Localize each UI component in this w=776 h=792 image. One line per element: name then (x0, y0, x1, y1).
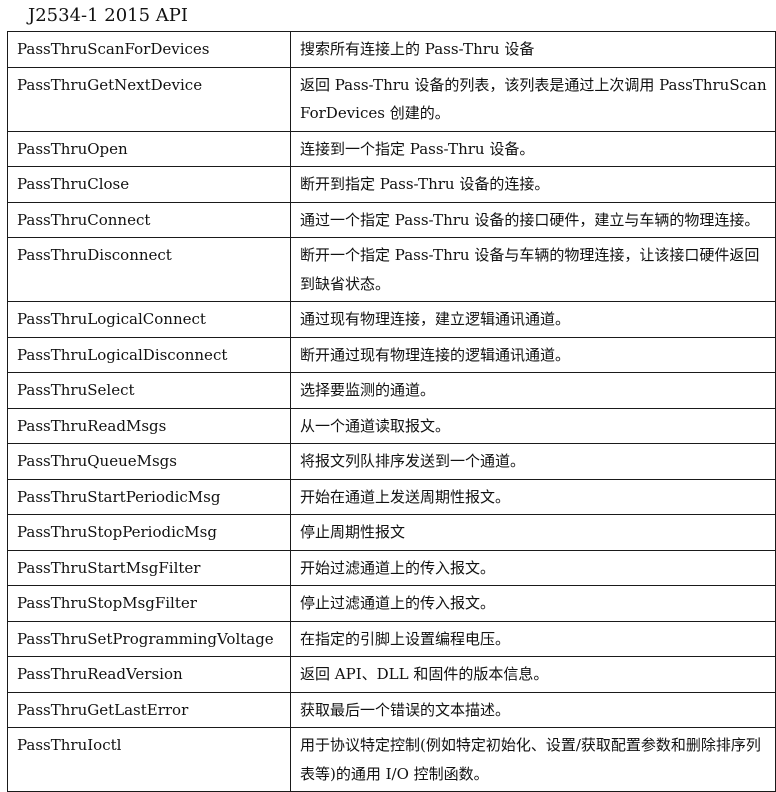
function-description-cell: 用于协议特定控制(例如特定初始化、设置/获取配置参数和删除排序列表等)的通用 I… (290, 727, 776, 792)
table-row: PassThruReadVersion 返回 API、DLL 和固件的版本信息。 (7, 656, 776, 693)
document-page: J2534-1 2015 API PassThruScanForDevices 搜… (0, 0, 776, 792)
table-row: PassThruScanForDevices 搜索所有连接上的 Pass-Thru… (7, 31, 776, 68)
function-name-cell: PassThruReadVersion (7, 656, 291, 693)
function-description-cell: 通过一个指定 Pass-Thru 设备的接口硬件，建立与车辆的物理连接。 (290, 201, 776, 238)
function-description-cell: 通过现有物理连接，建立逻辑通讯通道。 (290, 301, 776, 338)
function-name-cell: PassThruLogicalDisconnect (7, 336, 291, 373)
function-name-cell: PassThruGetNextDevice (7, 66, 291, 132)
function-description-cell: 返回 API、DLL 和固件的版本信息。 (290, 656, 776, 693)
function-description-cell: 在指定的引脚上设置编程电压。 (290, 620, 776, 657)
table-row: PassThruGetNextDevice 返回 Pass-Thru 设备的列表，… (7, 66, 776, 132)
document-title: J2534-1 2015 API (28, 5, 189, 26)
function-name-cell: PassThruStopPeriodicMsg (7, 514, 291, 551)
function-name-cell: PassThruSelect (7, 372, 291, 409)
function-description-cell: 停止周期性报文 (290, 514, 776, 551)
table-row: PassThruStopMsgFilter 停止过滤通道上的传入报文。 (7, 585, 776, 622)
api-table-body: PassThruScanForDevices 搜索所有连接上的 Pass-Thru… (7, 31, 776, 792)
function-description-cell: 开始在通道上发送周期性报文。 (290, 478, 776, 515)
table-row: PassThruLogicalConnect 通过现有物理连接，建立逻辑通讯通道。 (7, 301, 776, 338)
function-name-cell: PassThruStartMsgFilter (7, 549, 291, 586)
function-name-cell: PassThruConnect (7, 201, 291, 238)
function-description-cell: 停止过滤通道上的传入报文。 (290, 585, 776, 622)
function-name-cell: PassThruSetProgrammingVoltage (7, 620, 291, 657)
table-row: PassThruReadMsgs 从一个通道读取报文。 (7, 407, 776, 444)
function-name-cell: PassThruIoctl (7, 727, 291, 792)
table-row: PassThruSetProgrammingVoltage 在指定的引脚上设置编程… (7, 620, 776, 657)
function-description-cell: 获取最后一个错误的文本描述。 (290, 691, 776, 728)
function-description-cell: 搜索所有连接上的 Pass-Thru 设备 (290, 31, 776, 68)
function-name-cell: PassThruClose (7, 166, 291, 203)
function-name-cell: PassThruOpen (7, 130, 291, 167)
api-table: PassThruScanForDevices 搜索所有连接上的 Pass-Thru… (7, 31, 776, 792)
table-row: PassThruLogicalDisconnect 断开通过现有物理连接的逻辑通讯… (7, 336, 776, 373)
function-name-cell: PassThruStartPeriodicMsg (7, 478, 291, 515)
function-description-cell: 返回 Pass-Thru 设备的列表，该列表是通过上次调用 PassThruSc… (290, 66, 776, 132)
function-description-cell: 断开通过现有物理连接的逻辑通讯通道。 (290, 336, 776, 373)
table-row: PassThruStartMsgFilter 开始过滤通道上的传入报文。 (7, 549, 776, 586)
function-description-cell: 断开到指定 Pass-Thru 设备的连接。 (290, 166, 776, 203)
function-description-cell: 断开一个指定 Pass-Thru 设备与车辆的物理连接，让该接口硬件返回到缺省状… (290, 237, 776, 302)
table-row: PassThruConnect 通过一个指定 Pass-Thru 设备的接口硬件，… (7, 201, 776, 238)
function-description-cell: 从一个通道读取报文。 (290, 407, 776, 444)
table-row: PassThruClose 断开到指定 Pass-Thru 设备的连接。 (7, 166, 776, 203)
table-row: PassThruSelect 选择要监测的通道。 (7, 372, 776, 409)
table-row: PassThruStartPeriodicMsg 开始在通道上发送周期性报文。 (7, 478, 776, 515)
table-row: PassThruStopPeriodicMsg 停止周期性报文 (7, 514, 776, 551)
table-row: PassThruQueueMsgs 将报文列队排序发送到一个通道。 (7, 443, 776, 480)
function-name-cell: PassThruDisconnect (7, 237, 291, 302)
function-name-cell: PassThruLogicalConnect (7, 301, 291, 338)
function-name-cell: PassThruGetLastError (7, 691, 291, 728)
function-description-cell: 开始过滤通道上的传入报文。 (290, 549, 776, 586)
table-row: PassThruOpen 连接到一个指定 Pass-Thru 设备。 (7, 130, 776, 167)
function-name-cell: PassThruReadMsgs (7, 407, 291, 444)
function-name-cell: PassThruScanForDevices (7, 31, 291, 68)
function-name-cell: PassThruStopMsgFilter (7, 585, 291, 622)
table-row: PassThruIoctl 用于协议特定控制(例如特定初始化、设置/获取配置参数和… (7, 727, 776, 792)
function-description-cell: 将报文列队排序发送到一个通道。 (290, 443, 776, 480)
table-row: PassThruDisconnect 断开一个指定 Pass-Thru 设备与车辆… (7, 237, 776, 302)
table-row: PassThruGetLastError 获取最后一个错误的文本描述。 (7, 691, 776, 728)
function-name-cell: PassThruQueueMsgs (7, 443, 291, 480)
function-description-cell: 连接到一个指定 Pass-Thru 设备。 (290, 130, 776, 167)
function-description-cell: 选择要监测的通道。 (290, 372, 776, 409)
